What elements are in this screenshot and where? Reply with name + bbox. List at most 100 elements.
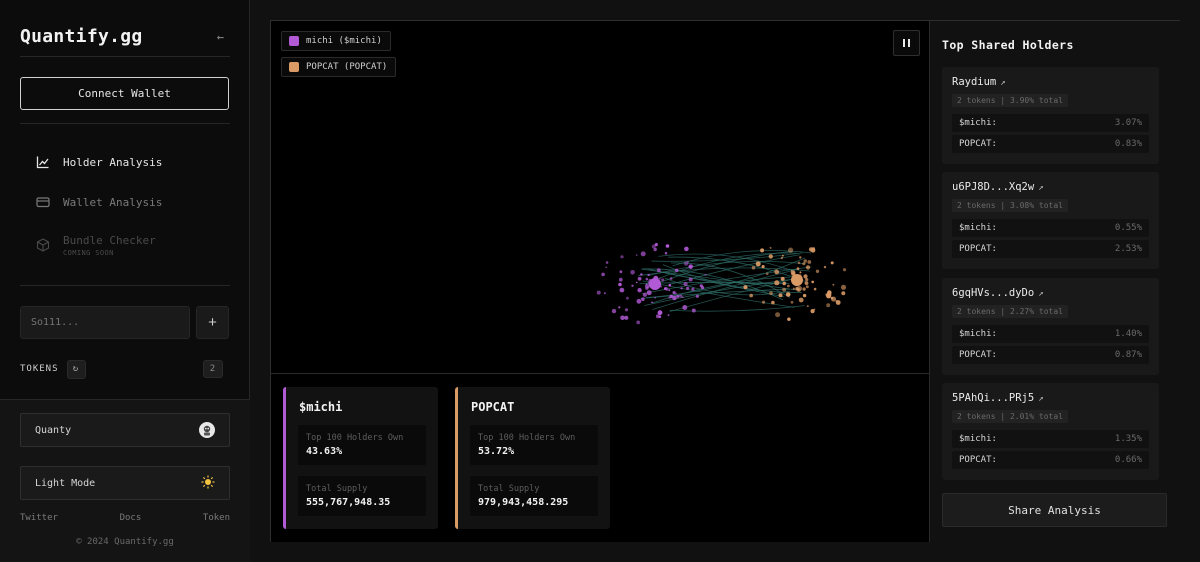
holder-node[interactable] [790,300,794,304]
holder-node[interactable] [676,295,680,298]
holder-node[interactable] [787,317,791,321]
holder-node[interactable] [637,288,642,293]
holder-link[interactable]: 5PAhQi...PRj5 ↗ [952,392,1044,404]
holder-node[interactable] [695,294,699,298]
holder-node[interactable] [641,297,645,302]
holder-node[interactable] [647,273,650,277]
holder-node[interactable] [669,294,673,299]
nav-holder-analysis[interactable]: Holder Analysis [36,152,162,172]
holder-node[interactable] [669,277,673,280]
holder-node[interactable] [803,259,807,263]
holder-node[interactable] [626,296,629,300]
holder-link[interactable]: Raydium ↗ [952,76,1006,88]
holder-node[interactable] [684,246,689,252]
add-token-button[interactable]: + [196,306,229,339]
holder-node[interactable] [799,256,802,259]
holder-node[interactable] [620,315,625,321]
holder-node[interactable] [688,277,693,282]
holder-node[interactable] [804,281,809,285]
holder-node[interactable] [795,287,799,291]
holder-node[interactable] [751,265,756,270]
holder-node[interactable] [832,283,835,286]
holder-link[interactable]: u6PJ8D...Xq2w ↗ [952,181,1044,193]
holder-node[interactable] [807,260,812,264]
brand-logo[interactable]: Quantify.gg [20,26,143,47]
theme-toggle-button[interactable]: Light Mode [20,466,230,500]
holder-node[interactable] [645,283,648,286]
holder-node[interactable] [667,314,670,317]
holder-node[interactable] [805,285,809,289]
holder-node[interactable] [603,292,606,295]
holder-node[interactable] [611,308,617,314]
holder-node[interactable] [782,254,784,257]
holder-node[interactable] [680,287,683,290]
holder-node[interactable] [637,276,642,281]
holder-node[interactable] [823,265,827,269]
refresh-icon[interactable]: ↻ [66,359,86,379]
holder-node[interactable] [675,268,679,272]
holder-node[interactable] [796,267,800,270]
holder-node[interactable] [797,261,801,265]
holder-node[interactable] [808,247,814,252]
holder-node[interactable] [803,274,808,279]
legend-item-popcat[interactable]: POPCAT (POPCAT) [281,57,397,77]
token-link[interactable]: Token [203,513,230,523]
holder-node[interactable] [618,282,622,287]
holder-node[interactable] [815,269,820,273]
holder-node[interactable] [798,297,804,303]
holder-node[interactable] [785,292,791,297]
holder-node[interactable] [601,272,605,277]
holder-node[interactable] [684,261,689,266]
holder-node[interactable] [658,277,661,280]
holder-node[interactable] [668,289,671,292]
holder-node[interactable] [624,315,629,320]
holder-node[interactable] [755,261,761,267]
holder-node[interactable] [640,273,643,276]
holder-node[interactable] [826,292,832,298]
holder-node[interactable] [782,287,786,292]
holder-node[interactable] [830,261,834,265]
holder-node[interactable] [840,284,847,290]
holder-node[interactable] [774,280,780,286]
holder-node[interactable] [813,287,817,291]
holder-node[interactable] [631,284,634,287]
holder-node[interactable] [619,287,625,293]
holder-node[interactable] [664,251,668,255]
holder-node[interactable] [805,265,811,270]
token-hub-node[interactable] [649,278,661,290]
holder-node[interactable] [656,268,661,273]
holder-node[interactable] [802,293,807,298]
holder-node[interactable] [743,285,748,290]
holder-node[interactable] [668,283,672,287]
holder-node[interactable] [769,246,772,249]
legend-item-michi[interactable]: michi ($michi) [281,31,391,51]
holder-node[interactable] [640,251,646,257]
holder-node[interactable] [749,293,753,298]
holder-node[interactable] [701,286,705,290]
holder-node[interactable] [681,296,684,298]
holder-node[interactable] [605,266,607,269]
holder-node[interactable] [802,287,806,291]
holder-node[interactable] [642,292,647,297]
holder-node[interactable] [778,293,783,298]
holder-node[interactable] [686,286,690,290]
holder-node[interactable] [811,280,814,284]
holder-node[interactable] [672,295,677,301]
holder-node[interactable] [787,284,790,288]
holder-node[interactable] [618,277,623,282]
holder-node[interactable] [768,254,773,259]
holder-node[interactable] [636,298,642,304]
holder-node[interactable] [835,300,841,305]
holder-node[interactable] [651,244,656,249]
holder-node[interactable] [663,287,667,291]
holder-node[interactable] [826,303,831,308]
holder-node[interactable] [842,268,847,272]
holder-node[interactable] [760,248,765,253]
nav-wallet-analysis[interactable]: Wallet Analysis [36,192,162,212]
holder-node[interactable] [780,276,785,281]
holder-node[interactable] [596,290,601,295]
holder-node[interactable] [765,272,769,276]
holder-node[interactable] [636,320,641,325]
holder-node[interactable] [775,312,781,318]
holder-node[interactable] [679,294,683,298]
